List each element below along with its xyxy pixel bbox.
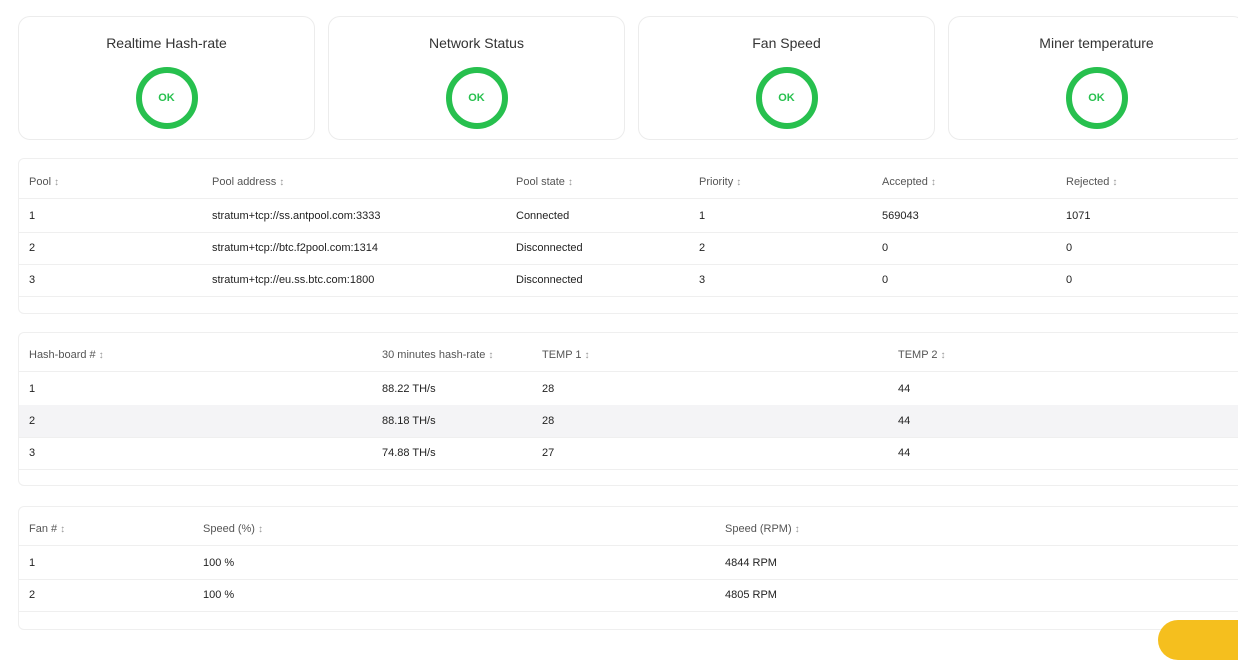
col-header-pool-state[interactable]: Pool state ↕	[516, 166, 573, 198]
pool-state: Connected	[516, 210, 570, 222]
hashboard-number: 1	[29, 383, 36, 395]
col-header-accepted[interactable]: Accepted ↕	[882, 166, 936, 198]
col-header-priority[interactable]: Priority ↕	[699, 166, 741, 198]
table-row: 3 stratum+tcp://eu.ss.btc.com:1800 Disco…	[19, 264, 1238, 297]
fan-speed-rpm: 4844 RPM	[725, 557, 777, 569]
hashboard-temp1: 28	[542, 383, 555, 395]
card-title: Miner temperature	[1039, 35, 1154, 51]
pool-accepted: 569043	[882, 210, 919, 222]
table-row: 2 stratum+tcp://btc.f2pool.com:1314 Disc…	[19, 232, 1238, 265]
status-ok-indicator: OK	[135, 67, 198, 129]
pool-accepted: 0	[882, 274, 889, 286]
col-header-rejected[interactable]: Rejected ↕	[1066, 166, 1117, 198]
pool-rejected: 0	[1066, 274, 1073, 286]
table-row: 1 88.22 TH/s 28 44	[19, 373, 1238, 406]
pool-accepted: 0	[882, 242, 889, 254]
col-header-fan[interactable]: Fan # ↕	[29, 513, 65, 545]
sort-arrows-icon[interactable]: ↕	[736, 177, 741, 188]
pool-rejected: 1071	[1066, 210, 1091, 222]
hashboard-number: 3	[29, 447, 36, 459]
pool-state: Disconnected	[516, 274, 583, 286]
hashboard-temp2: 44	[898, 415, 911, 427]
pool-priority: 2	[699, 242, 706, 254]
pool-number: 3	[29, 274, 36, 286]
hashboard-temp1: 27	[542, 447, 555, 459]
pool-rejected: 0	[1066, 242, 1073, 254]
table-row: 2 88.18 TH/s 28 44	[19, 405, 1238, 438]
col-header-hashboard[interactable]: Hash-board # ↕	[29, 339, 104, 371]
pool-number: 2	[29, 242, 36, 254]
help-chat-button[interactable]	[1158, 620, 1238, 660]
pool-address: stratum+tcp://eu.ss.btc.com:1800	[212, 274, 375, 286]
fan-speed-percent: 100 %	[203, 557, 235, 569]
pool-priority: 3	[699, 274, 706, 286]
hashboard-hashrate: 88.22 TH/s	[382, 383, 436, 395]
table-row: 3 74.88 TH/s 27 44	[19, 437, 1238, 470]
col-header-speed-percent[interactable]: Speed (%) ↕	[203, 513, 263, 545]
hashboards-table: Hash-board # ↕ 30 minutes hash-rate ↕ TEMP…	[18, 332, 1238, 486]
sort-arrows-icon[interactable]: ↕	[60, 524, 65, 535]
pool-address: stratum+tcp://btc.f2pool.com:1314	[212, 242, 379, 254]
fan-speed-rpm: 4805 RPM	[725, 589, 777, 601]
sort-arrows-icon[interactable]: ↕	[99, 350, 104, 361]
col-header-speed-rpm[interactable]: Speed (RPM) ↕	[725, 513, 800, 545]
sort-arrows-icon[interactable]: ↕	[258, 524, 263, 535]
table-row: 2 100 % 4805 RPM	[19, 579, 1238, 612]
pool-state: Disconnected	[516, 242, 583, 254]
sort-arrows-icon[interactable]: ↕	[585, 350, 590, 361]
network-status-card: Network Status OK	[328, 16, 625, 140]
hashboard-temp2: 44	[898, 447, 911, 459]
hashboard-hashrate: 88.18 TH/s	[382, 415, 436, 427]
col-header-temp1[interactable]: TEMP 1 ↕	[542, 339, 590, 371]
card-title: Fan Speed	[752, 35, 821, 51]
hashboard-number: 2	[29, 415, 36, 427]
hashboard-hashrate: 74.88 TH/s	[382, 447, 436, 459]
table-header: Fan # ↕ Speed (%) ↕ Speed (RPM) ↕	[19, 513, 1238, 546]
hashboard-temp1: 28	[542, 415, 555, 427]
col-header-hashrate[interactable]: 30 minutes hash-rate ↕	[382, 339, 493, 371]
status-ok-indicator: OK	[1065, 67, 1128, 129]
card-title: Network Status	[429, 35, 524, 51]
miner-temperature-status-card: Miner temperature OK	[948, 16, 1238, 140]
pools-table: Pool ↕ Pool address ↕ Pool state ↕ Priority…	[18, 158, 1238, 314]
status-ok-indicator: OK	[755, 67, 818, 129]
sort-arrows-icon[interactable]: ↕	[931, 177, 936, 188]
sort-arrows-icon[interactable]: ↕	[488, 350, 493, 361]
fans-table: Fan # ↕ Speed (%) ↕ Speed (RPM) ↕ 1 100 % 4…	[18, 506, 1238, 630]
pool-priority: 1	[699, 210, 706, 222]
col-header-pool[interactable]: Pool ↕	[29, 166, 59, 198]
fan-speed-status-card: Fan Speed OK	[638, 16, 935, 140]
status-cards: Realtime Hash-rate OK Network Status OK …	[18, 16, 1238, 140]
table-row: 1 stratum+tcp://ss.antpool.com:3333 Conn…	[19, 200, 1238, 233]
fan-number: 2	[29, 589, 36, 601]
table-header: Hash-board # ↕ 30 minutes hash-rate ↕ TEMP…	[19, 339, 1238, 372]
pool-address: stratum+tcp://ss.antpool.com:3333	[212, 210, 381, 222]
sort-arrows-icon[interactable]: ↕	[279, 177, 284, 188]
sort-arrows-icon[interactable]: ↕	[795, 524, 800, 535]
sort-arrows-icon[interactable]: ↕	[941, 350, 946, 361]
col-header-temp2[interactable]: TEMP 2 ↕	[898, 339, 946, 371]
table-row: 1 100 % 4844 RPM	[19, 547, 1238, 580]
status-ok-indicator: OK	[445, 67, 508, 129]
col-header-pool-address[interactable]: Pool address ↕	[212, 166, 284, 198]
card-title: Realtime Hash-rate	[106, 35, 227, 51]
sort-arrows-icon[interactable]: ↕	[568, 177, 573, 188]
hashboard-temp2: 44	[898, 383, 911, 395]
sort-arrows-icon[interactable]: ↕	[54, 177, 59, 188]
pool-number: 1	[29, 210, 36, 222]
hashrate-status-card: Realtime Hash-rate OK	[18, 16, 315, 140]
fan-speed-percent: 100 %	[203, 589, 235, 601]
fan-number: 1	[29, 557, 36, 569]
sort-arrows-icon[interactable]: ↕	[1112, 177, 1117, 188]
table-header: Pool ↕ Pool address ↕ Pool state ↕ Priority…	[19, 166, 1238, 199]
